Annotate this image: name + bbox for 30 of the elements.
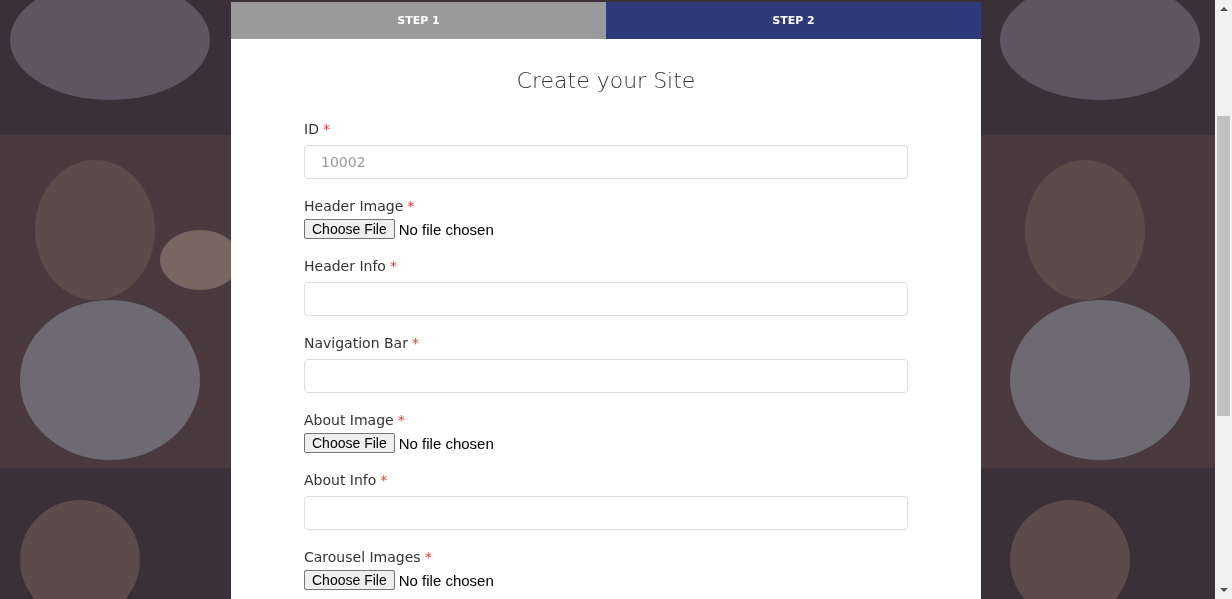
choose-file-button[interactable]: Choose File (304, 219, 395, 239)
file-status: No file chosen (398, 220, 494, 238)
scroll-down-icon[interactable] (1219, 588, 1228, 592)
required-mark: * (397, 411, 405, 430)
field-label: About Info (304, 471, 377, 490)
required-mark: * (411, 334, 419, 353)
required-mark: * (380, 471, 388, 490)
input-field[interactable]: 10002 (304, 145, 908, 179)
required-mark: * (424, 548, 432, 567)
scroll-up-icon[interactable] (1219, 7, 1228, 11)
choose-file-button[interactable]: Choose File (304, 570, 395, 590)
input-field[interactable] (304, 282, 908, 316)
input-field[interactable] (304, 496, 908, 530)
field-label: Navigation Bar (304, 334, 408, 353)
field-label: Carousel Images (304, 548, 421, 567)
step-tab[interactable]: STEP 2 (606, 2, 981, 39)
required-mark: * (322, 120, 330, 139)
field-label: About Image (304, 411, 394, 430)
required-mark: * (389, 257, 397, 276)
scrollbar[interactable] (1215, 0, 1232, 599)
file-status: No file chosen (398, 571, 494, 589)
input-field[interactable] (304, 359, 908, 393)
scrollbar-thumb[interactable] (1217, 116, 1230, 416)
required-mark: * (407, 197, 415, 216)
field-label: Header Info (304, 257, 386, 276)
field-label: ID (304, 120, 319, 139)
file-status: No file chosen (398, 434, 494, 452)
field-label: Header Image (304, 197, 404, 216)
form-title: Create your Site (515, 67, 697, 95)
choose-file-button[interactable]: Choose File (304, 433, 395, 453)
